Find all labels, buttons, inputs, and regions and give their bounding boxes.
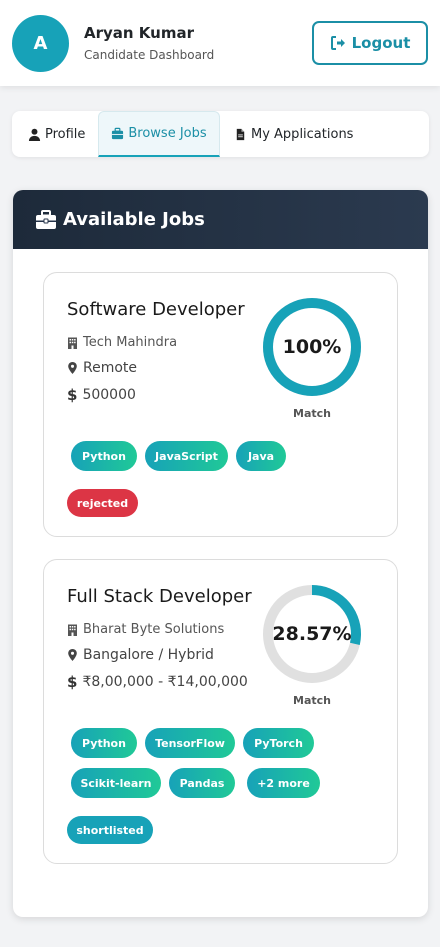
match-percent: 28.57%	[272, 623, 352, 645]
skill-tag: Java	[236, 441, 286, 471]
skill-tag: PyTorch	[243, 728, 314, 758]
salary-row: $ ₹8,00,000 - ₹14,00,000	[67, 673, 248, 691]
briefcase-icon	[112, 127, 124, 140]
company-name: Bharat Byte Solutions	[83, 622, 225, 637]
user-icon	[28, 128, 41, 141]
job-title: Full Stack Developer	[67, 586, 252, 607]
skill-tag: JavaScript	[145, 441, 228, 471]
job-location: Bangalore / Hybrid	[83, 647, 214, 663]
app-header: A Aryan Kumar Candidate Dashboard Logout	[0, 0, 440, 86]
user-name: Aryan Kumar	[84, 24, 194, 42]
skill-tag: Pandas	[169, 768, 235, 798]
job-card[interactable]: Software Developer Tech Mahindra Remote …	[43, 272, 398, 537]
job-salary: 500000	[82, 387, 136, 403]
logout-label: Logout	[351, 34, 411, 52]
building-icon	[68, 337, 77, 349]
dollar-icon: $	[67, 386, 78, 404]
building-icon	[68, 624, 77, 636]
avatar: A	[12, 15, 69, 72]
status-badge: rejected	[67, 489, 138, 517]
location-row: Bangalore / Hybrid	[67, 647, 214, 663]
job-card[interactable]: Full Stack Developer Bharat Byte Solutio…	[43, 559, 398, 864]
file-icon	[236, 128, 245, 140]
tab-browse-jobs[interactable]: Browse Jobs	[98, 111, 220, 157]
tab-my-applications-label: My Applications	[251, 126, 354, 142]
job-title: Software Developer	[67, 299, 245, 320]
match-label: Match	[293, 694, 331, 707]
salary-row: $ 500000	[67, 386, 136, 404]
location-row: Remote	[67, 360, 137, 376]
logout-button[interactable]: Logout	[312, 21, 428, 65]
job-salary: ₹8,00,000 - ₹14,00,000	[82, 674, 248, 690]
map-marker-icon	[68, 362, 77, 374]
company-name: Tech Mahindra	[83, 335, 178, 350]
skill-tag: Python	[71, 728, 137, 758]
match-percent: 100%	[282, 336, 342, 358]
company-row: Tech Mahindra	[67, 335, 177, 350]
panel-title: Available Jobs	[63, 209, 205, 230]
available-jobs-panel: Available Jobs Software Developer Tech M…	[13, 190, 428, 917]
tab-profile[interactable]: Profile	[28, 111, 85, 157]
company-row: Bharat Byte Solutions	[67, 622, 224, 637]
status-badge: shortlisted	[67, 816, 153, 844]
skill-tag: Scikit-learn	[71, 768, 161, 798]
tab-profile-label: Profile	[45, 126, 86, 142]
skill-tag: TensorFlow	[145, 728, 235, 758]
dashboard-subtitle: Candidate Dashboard	[84, 48, 215, 62]
map-marker-icon	[68, 649, 77, 661]
match-label: Match	[293, 407, 331, 420]
skill-tag-more[interactable]: +2 more	[247, 768, 320, 798]
skill-tag: Python	[71, 441, 137, 471]
panel-header: Available Jobs	[13, 190, 428, 249]
tab-my-applications[interactable]: My Applications	[234, 111, 353, 157]
tab-browse-jobs-label: Browse Jobs	[128, 126, 207, 141]
tab-bar: Profile Browse Jobs My Applications	[12, 111, 429, 157]
dollar-icon: $	[67, 673, 78, 691]
sign-out-icon	[330, 36, 345, 50]
briefcase-icon	[36, 209, 56, 229]
job-location: Remote	[83, 360, 138, 376]
